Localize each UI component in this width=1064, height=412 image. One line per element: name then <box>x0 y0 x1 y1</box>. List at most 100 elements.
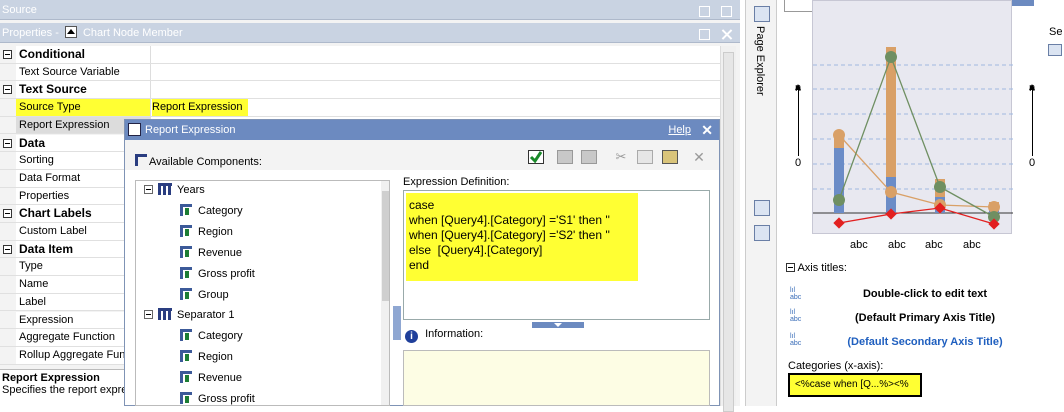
scroll-thumb[interactable] <box>382 191 389 301</box>
cut-icon[interactable]: ✂ <box>613 150 629 164</box>
property-category[interactable]: Text Source <box>0 81 720 100</box>
tree-node-label: Gross profit <box>198 393 255 405</box>
tree-node-label: Revenue <box>198 372 243 384</box>
tree-data-item[interactable]: Revenue <box>180 369 242 387</box>
row-gutter <box>0 276 16 293</box>
available-components-icon <box>135 154 147 166</box>
secondary-axis-title[interactable]: (Default Secondary Axis Title) <box>790 336 1060 348</box>
collapse-icon[interactable] <box>3 244 12 254</box>
left-y-tick-n: n <box>795 82 802 94</box>
expression-line: case <box>409 198 435 212</box>
collapse-icon[interactable] <box>3 138 12 148</box>
collapse-icon[interactable] <box>3 50 12 59</box>
tree-data-item[interactable]: Group <box>180 286 229 304</box>
series-point <box>934 181 946 193</box>
row-gutter <box>0 187 16 205</box>
scroll-thumb[interactable] <box>723 52 734 412</box>
row-gutter <box>0 205 16 222</box>
tree-node-label: Revenue <box>198 247 243 259</box>
row-gutter <box>0 152 16 169</box>
data-item-icon <box>180 225 192 237</box>
categories-drop-zone[interactable]: <%case when [Q...%><% <box>788 373 922 397</box>
tree-data-item[interactable]: Revenue <box>180 244 242 262</box>
tree-query-node[interactable]: Years <box>144 181 205 199</box>
right-y-tick-n: n <box>1029 82 1036 94</box>
close-icon[interactable]: ✕ <box>701 120 713 140</box>
collapse-components-tab[interactable] <box>393 306 401 340</box>
tree-data-item[interactable]: Region <box>180 348 233 366</box>
list-icon[interactable] <box>1048 44 1062 56</box>
collapse-icon[interactable] <box>786 263 795 272</box>
tree-scrollbar[interactable] <box>381 181 389 405</box>
source-pane-titlebar: Source <box>0 0 740 20</box>
axis-titles-label: Axis titles: <box>797 262 847 274</box>
chart-svg <box>813 47 1013 230</box>
components-tree[interactable]: Years Category Region Revenue Gross profit Gr… <box>135 180 390 406</box>
measure-icon <box>180 371 192 383</box>
maximize-icon[interactable] <box>721 6 732 17</box>
row-gutter <box>0 311 16 329</box>
report-expression-icon <box>128 123 141 136</box>
select-ancestor-icon[interactable] <box>64 26 77 38</box>
restore-icon[interactable] <box>698 29 710 40</box>
page-explorer-tab[interactable]: Page Explorer <box>754 26 766 96</box>
pane-splitter[interactable] <box>532 322 584 328</box>
chart-plot-area[interactable] <box>812 0 1013 234</box>
row-gutter <box>0 329 16 346</box>
delete-icon[interactable]: ✕ <box>691 150 707 164</box>
paste-icon[interactable] <box>662 150 678 164</box>
page-explorer-icon[interactable] <box>754 6 770 22</box>
series-line <box>838 134 995 208</box>
validate-icon[interactable] <box>528 150 544 164</box>
dialog-toolbar: Available Components: ✂ ✕ <box>125 140 719 170</box>
row-gutter <box>0 99 16 116</box>
properties-titlebar: Properties - Chart Node Member <box>0 23 740 43</box>
function-icon[interactable] <box>581 150 597 164</box>
tree-node-label: Separator 1 <box>177 309 235 321</box>
data-item-icon <box>180 329 192 341</box>
series-point <box>833 129 845 141</box>
expression-editor[interactable]: case when [Query4].[Category] ='S1' then… <box>403 190 710 320</box>
expression-definition-label: Expression Definition: <box>403 176 510 188</box>
expression-line: when [Query4].[Category] ='S2' then '' <box>409 228 610 242</box>
tree-data-item[interactable]: Category <box>180 327 243 345</box>
help-link[interactable]: Help <box>668 120 691 140</box>
data-item-icon <box>180 288 192 300</box>
property-category[interactable]: Conditional <box>0 46 720 64</box>
collapse-icon[interactable] <box>144 310 153 319</box>
query-explorer-icon[interactable] <box>754 200 770 216</box>
collapse-icon[interactable] <box>3 209 12 219</box>
tree-data-item[interactable]: Region <box>180 223 233 241</box>
tree-query-node[interactable]: Separator 1 <box>144 306 235 324</box>
tree-data-item[interactable]: Gross profit <box>180 265 255 283</box>
row-gutter <box>0 346 16 364</box>
chart-axis-title[interactable]: Double-click to edit text <box>790 288 1060 300</box>
property-row[interactable]: Source Type Report Expression <box>0 99 720 117</box>
condition-explorer-icon[interactable] <box>754 225 770 241</box>
restore-icon[interactable] <box>698 6 710 17</box>
insert-icon[interactable] <box>557 150 573 164</box>
property-row[interactable]: Text Source Variable <box>0 63 720 82</box>
report-expression-dialog: Report Expression Help ✕ Available Compo… <box>124 119 720 406</box>
axis-titles-section[interactable]: Axis titles: <box>786 262 847 274</box>
tree-node-label: Region <box>198 226 233 238</box>
information-header: i Information: <box>405 328 483 343</box>
row-gutter <box>0 223 16 240</box>
copy-icon[interactable] <box>637 150 653 164</box>
categories-label: Categories (x-axis): <box>788 360 884 372</box>
measure-icon <box>180 392 192 404</box>
properties-scrollbar[interactable] <box>720 46 736 412</box>
side-label: Se <box>1049 26 1063 38</box>
tree-node-label: Group <box>198 289 229 301</box>
explorer-strip: Page Explorer <box>745 0 777 406</box>
tree-data-item[interactable]: Gross profit <box>180 390 255 405</box>
tree-data-item[interactable]: Category <box>180 202 243 220</box>
collapse-icon[interactable] <box>144 185 153 194</box>
primary-axis-title[interactable]: (Default Primary Axis Title) <box>790 312 1060 324</box>
close-icon[interactable] <box>721 29 732 40</box>
property-value[interactable]: Report Expression <box>152 99 248 116</box>
collapse-icon[interactable] <box>3 85 12 95</box>
row-gutter <box>0 169 16 187</box>
data-item-icon <box>180 350 192 362</box>
information-label: Information: <box>425 328 484 340</box>
